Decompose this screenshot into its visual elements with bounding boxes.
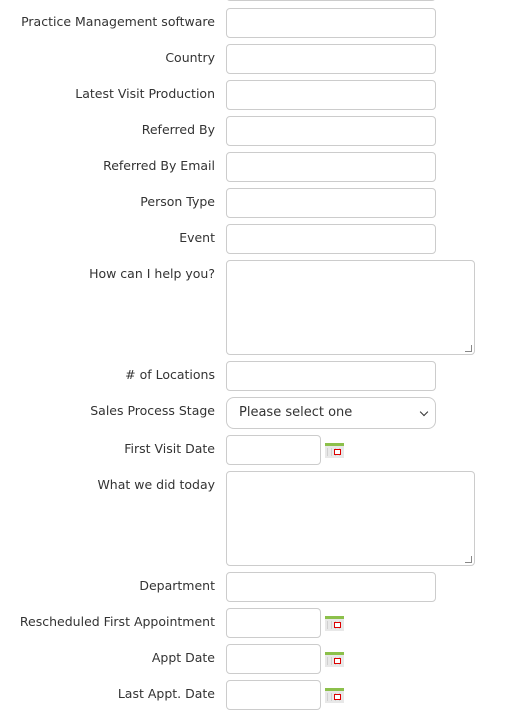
department-input[interactable]: [226, 572, 436, 602]
calendar-icon[interactable]: [325, 616, 344, 631]
chevron-down-icon: [419, 407, 429, 417]
calendar-icon[interactable]: [325, 652, 344, 667]
practice-management-software-label: Practice Management software: [21, 14, 215, 29]
rescheduled-first-appointment-label: Rescheduled First Appointment: [19, 614, 215, 629]
calendar-icon[interactable]: [325, 443, 344, 458]
country-label: Country: [165, 50, 215, 65]
how-can-i-help-you-label: How can I help you?: [89, 266, 215, 281]
referred-by-email-input[interactable]: [226, 152, 436, 182]
referred-by-input[interactable]: [226, 116, 436, 146]
previous-field-input[interactable]: [226, 0, 436, 1]
event-input[interactable]: [226, 224, 436, 254]
of-locations-input[interactable]: [226, 361, 436, 391]
sales-process-stage-select[interactable]: Please select one: [226, 397, 436, 429]
appt-date-label: Appt Date: [151, 650, 215, 665]
of-locations-label: # of Locations: [125, 367, 215, 382]
rescheduled-first-appointment-input[interactable]: [226, 608, 321, 638]
latest-visit-production-label: Latest Visit Production: [75, 86, 215, 101]
what-we-did-today-textarea[interactable]: [226, 471, 475, 566]
first-visit-date-label: First Visit Date: [124, 441, 215, 456]
person-type-label: Person Type: [140, 194, 215, 209]
referred-by-email-label: Referred By Email: [103, 158, 215, 173]
event-label: Event: [179, 230, 215, 245]
country-input[interactable]: [226, 44, 436, 74]
last-appt-date-input[interactable]: [226, 680, 321, 710]
calendar-icon[interactable]: [325, 688, 344, 703]
sales-process-stage-label: Sales Process Stage: [90, 403, 215, 418]
last-appt-date-label: Last Appt. Date: [117, 686, 215, 701]
practice-management-software-input[interactable]: [226, 8, 436, 38]
referred-by-label: Referred By: [141, 122, 215, 137]
appt-date-input[interactable]: [226, 644, 321, 674]
first-visit-date-input[interactable]: [226, 435, 321, 465]
what-we-did-today-label: What we did today: [97, 477, 215, 492]
department-label: Department: [139, 578, 215, 593]
person-type-input[interactable]: [226, 188, 436, 218]
selected-value: Please select one: [239, 405, 353, 420]
how-can-i-help-you-textarea[interactable]: [226, 260, 475, 355]
latest-visit-production-input[interactable]: [226, 80, 436, 110]
